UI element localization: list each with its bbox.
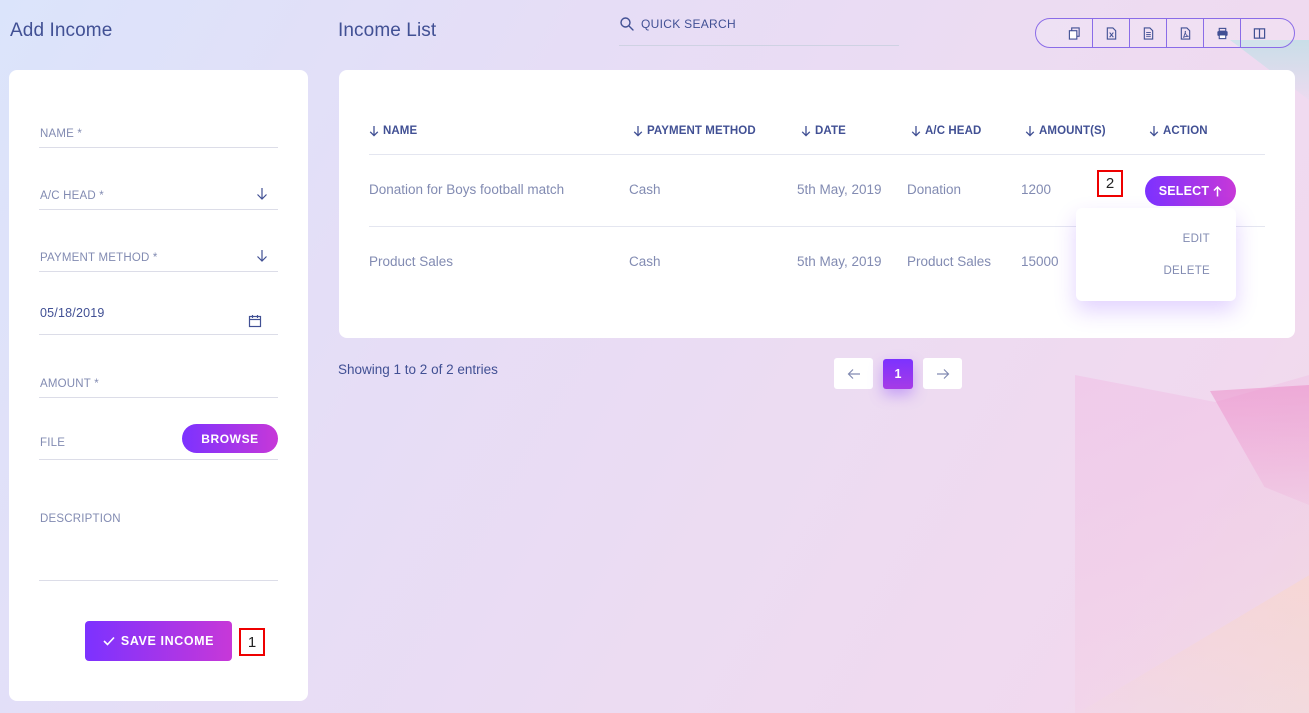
- quick-search: [619, 14, 899, 46]
- cell-payment-method: Cash: [629, 254, 661, 269]
- edit-menu-item[interactable]: EDIT: [1183, 233, 1210, 245]
- column-header-date[interactable]: DATE: [801, 125, 846, 137]
- excel-button[interactable]: [1092, 19, 1129, 47]
- pdf-icon: [1180, 26, 1190, 40]
- sort-arrow-icon: [1025, 126, 1035, 137]
- search-input[interactable]: [641, 14, 891, 34]
- calendar-icon[interactable]: [248, 314, 262, 328]
- cell-date: 5th May, 2019: [797, 254, 882, 269]
- column-header-amount[interactable]: AMOUNT(S): [1025, 125, 1106, 137]
- cell-ac-head: Product Sales: [907, 254, 992, 269]
- callout-marker: 1: [239, 628, 265, 656]
- arrow-down-icon: [257, 188, 267, 200]
- sort-arrow-icon: [633, 126, 643, 137]
- select-label: SELECT: [1158, 184, 1210, 198]
- print-button[interactable]: [1203, 19, 1240, 47]
- select-action-button[interactable]: SELECT: [1145, 176, 1236, 206]
- cell-amount: 1200: [1021, 182, 1052, 197]
- cell-date: 5th May, 2019: [797, 182, 882, 197]
- sort-arrow-icon: [911, 126, 921, 137]
- arrow-up-icon: [1213, 185, 1222, 196]
- cell-amount: 15000: [1021, 254, 1059, 269]
- columns-button[interactable]: [1240, 19, 1294, 47]
- arrow-right-icon: [936, 368, 949, 379]
- sort-arrow-icon: [369, 126, 379, 137]
- background-shape: [1075, 375, 1309, 713]
- header-divider: [369, 154, 1265, 155]
- cell-payment-method: Cash: [629, 182, 661, 197]
- save-income-button[interactable]: SAVE INCOME: [85, 621, 232, 661]
- file-label: FILE: [40, 437, 66, 449]
- action-dropdown-menu: EDIT DELETE: [1076, 208, 1236, 301]
- name-label: NAME *: [40, 128, 83, 140]
- browse-button[interactable]: BROWSE: [182, 424, 278, 453]
- copy-icon: [1068, 26, 1080, 40]
- sort-arrow-icon: [801, 126, 811, 137]
- income-list-table: NAME PAYMENT METHOD DATE A/C HEAD AMOUNT…: [339, 70, 1295, 338]
- description-label: DESCRIPTION: [40, 513, 121, 525]
- page-1-button[interactable]: 1: [883, 359, 913, 389]
- next-page-button[interactable]: [923, 358, 962, 389]
- add-income-form: NAME * A/C HEAD * PAYMENT METHOD * 05/18…: [9, 70, 308, 701]
- date-field[interactable]: 05/18/2019: [39, 302, 278, 335]
- date-value: 05/18/2019: [40, 306, 105, 320]
- print-icon: [1216, 27, 1228, 39]
- callout-marker: 2: [1097, 170, 1123, 197]
- cell-name: Donation for Boys football match: [369, 182, 565, 197]
- background-shape: [1210, 385, 1309, 505]
- cell-ac-head: Donation: [907, 182, 962, 197]
- copy-button[interactable]: [1036, 19, 1092, 47]
- name-field[interactable]: NAME *: [39, 122, 278, 148]
- income-list-title: Income List: [338, 20, 437, 41]
- column-header-action: ACTION: [1149, 125, 1208, 137]
- background-shape: [1077, 575, 1309, 713]
- add-income-title: Add Income: [10, 20, 113, 41]
- ac-head-select[interactable]: A/C HEAD *: [39, 184, 278, 210]
- cell-name: Product Sales: [369, 254, 454, 269]
- check-icon: [103, 636, 115, 646]
- ac-head-label: A/C HEAD *: [40, 190, 104, 202]
- arrow-left-icon: [847, 368, 860, 379]
- column-header-ac-head[interactable]: A/C HEAD: [911, 125, 981, 137]
- payment-method-select[interactable]: PAYMENT METHOD *: [39, 246, 278, 272]
- payment-method-label: PAYMENT METHOD *: [40, 252, 158, 264]
- export-button-group: [1035, 18, 1295, 48]
- csv-icon: [1143, 26, 1153, 40]
- description-field[interactable]: DESCRIPTION: [39, 510, 278, 581]
- column-header-name[interactable]: NAME: [369, 125, 417, 137]
- arrow-down-icon: [257, 250, 267, 262]
- column-header-payment-method[interactable]: PAYMENT METHOD: [633, 125, 756, 137]
- save-income-label: SAVE INCOME: [120, 634, 215, 648]
- amount-label: AMOUNT *: [40, 378, 99, 390]
- sort-arrow-icon: [1149, 126, 1159, 137]
- search-icon: [620, 17, 634, 31]
- columns-icon: [1253, 27, 1266, 39]
- pdf-button[interactable]: [1166, 19, 1203, 47]
- csv-button[interactable]: [1129, 19, 1166, 47]
- previous-page-button[interactable]: [834, 358, 873, 389]
- entries-info: Showing 1 to 2 of 2 entries: [338, 362, 498, 377]
- amount-field[interactable]: AMOUNT *: [39, 372, 278, 398]
- excel-icon: [1106, 26, 1116, 40]
- delete-menu-item[interactable]: DELETE: [1163, 265, 1210, 277]
